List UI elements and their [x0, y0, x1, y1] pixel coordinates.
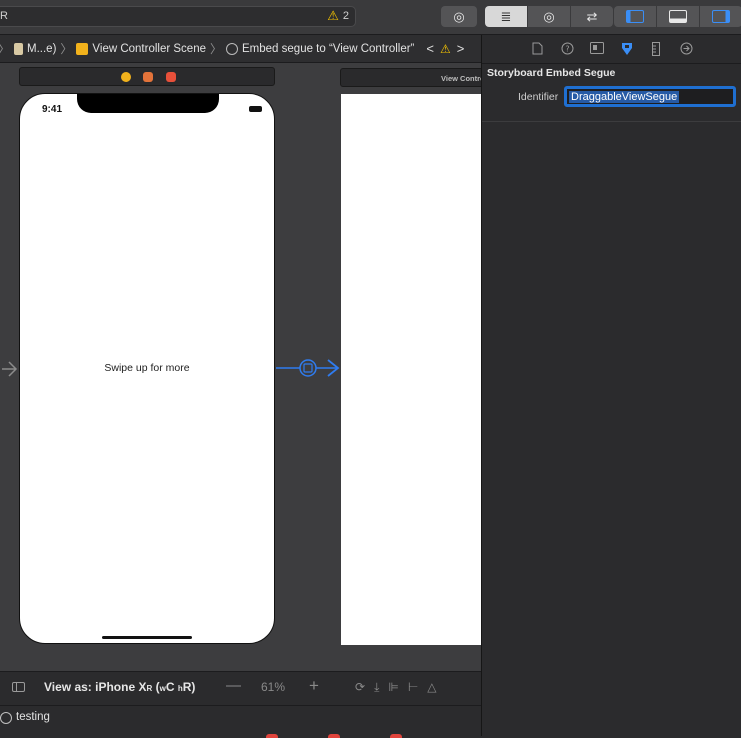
jump-bar-item-segue[interactable]: Embed segue to “View Controller” [226, 42, 415, 55]
layout-tools: ⟳ ⤓ ⊫ ⊢ △ [355, 680, 437, 695]
toolbar: R ⚠ 2 ◎ ≣ ◎ ⇄ [0, 0, 741, 35]
warning-count: 2 [342, 10, 349, 22]
update-frames-icon[interactable]: ⟳ [355, 680, 365, 695]
zoom-in-button[interactable]: + [309, 676, 319, 696]
bottom-panel-toggle-icon[interactable] [657, 6, 700, 27]
section-divider [482, 121, 741, 122]
size-class-close: ) [191, 680, 196, 694]
view-controller-icon[interactable] [121, 72, 131, 82]
debug-control-icon[interactable] [266, 734, 278, 738]
issue-back-icon[interactable]: < [426, 41, 434, 56]
jump-bar-item-label: Embed segue to “View Controller” [242, 42, 415, 55]
document-outline-toggle-icon[interactable] [12, 682, 25, 692]
add-constraints-icon[interactable]: ⊢ [408, 680, 418, 695]
warning-icon: ⚠ [327, 8, 339, 23]
library-button[interactable]: ◎ [441, 6, 477, 27]
second-scene-title-bar[interactable]: View Controller [340, 68, 481, 87]
embed-in-icon[interactable]: ⤓ [374, 680, 379, 695]
debug-bar: testing [0, 705, 481, 738]
phone-notch [77, 94, 219, 113]
activity-scheme-text: R [0, 10, 8, 22]
quick-help-icon[interactable]: ? [561, 42, 574, 58]
size-inspector-icon[interactable] [652, 42, 660, 59]
library-icon: ◎ [453, 8, 465, 24]
issue-forward-icon[interactable]: > [457, 41, 465, 56]
target-gear-icon [0, 712, 12, 724]
target-name[interactable]: testing [16, 711, 50, 723]
battery-icon [249, 106, 262, 112]
segue-icon [226, 42, 239, 55]
jump-bar: 〉 M...e) 〉 View Controller Scene 〉 Embed… [0, 35, 481, 63]
right-panel-toggle-icon[interactable] [700, 6, 741, 27]
embed-segue-connector[interactable] [0, 353, 345, 383]
jump-bar-item-label: View Controller Scene [92, 42, 206, 55]
panel-toggles [614, 6, 741, 27]
storyboard-canvas[interactable]: 9:41 Swipe up for more View Controller [0, 63, 481, 671]
editor-mode-segmented-control: ≣ ◎ ⇄ [485, 6, 613, 27]
status-bar-time: 9:41 [42, 104, 63, 115]
embedded-view-controller-scene[interactable] [341, 94, 481, 645]
attributes-inspector-panel: ? Storyboard Embed Segue Identifier Drag… [481, 35, 741, 736]
scene-dock[interactable] [19, 67, 275, 86]
connections-inspector-icon[interactable] [680, 42, 693, 58]
scene-icon [76, 42, 89, 55]
warning-icon[interactable]: ⚠ [440, 42, 451, 56]
zoom-level: 61% [261, 680, 286, 694]
standard-editor-icon[interactable]: ≣ [485, 6, 528, 27]
canvas-bottom-bar: View as: iPhone XR (wC hR) — 61% + ⟳ ⤓ ⊫… [0, 671, 481, 705]
view-as-device-button[interactable]: View as: iPhone XR (wC hR) [44, 680, 195, 694]
exit-icon[interactable] [166, 72, 176, 82]
debug-controls [266, 734, 402, 738]
section-title: Storyboard Embed Segue [487, 67, 616, 79]
file-inspector-icon[interactable] [532, 42, 543, 58]
storyboard-file-icon [14, 42, 24, 55]
activity-view[interactable]: R ⚠ 2 [0, 6, 356, 27]
jump-bar-item-storyboard[interactable]: M...e) [14, 42, 57, 55]
resolve-issues-icon[interactable]: △ [427, 680, 436, 695]
identifier-field[interactable]: DraggableViewSegue [564, 86, 736, 107]
identifier-label: Identifier [518, 91, 559, 103]
warning-indicator[interactable]: ⚠ 2 [327, 9, 349, 23]
jump-bar-item-scene[interactable]: View Controller Scene [76, 42, 206, 55]
jump-bar-separator-icon: 〉 [210, 42, 223, 56]
jump-bar-separator-icon: 〉 [60, 42, 73, 56]
jump-bar-item-label: M...e) [27, 42, 57, 55]
version-editor-icon[interactable]: ⇄ [571, 6, 613, 27]
jump-bar-separator-icon: 〉 [0, 40, 10, 57]
view-as-label: View as: iPhone X [44, 680, 147, 694]
left-panel-toggle-icon[interactable] [614, 6, 657, 27]
align-icon[interactable]: ⊫ [388, 680, 398, 695]
attributes-inspector-icon[interactable] [620, 42, 634, 59]
identity-inspector-icon[interactable] [590, 42, 604, 57]
size-class-open: ( [152, 680, 160, 694]
debug-control-icon[interactable] [390, 734, 402, 738]
inspector-tabs: ? [482, 35, 741, 64]
assistant-editor-icon[interactable]: ◎ [528, 6, 571, 27]
identifier-value: DraggableViewSegue [569, 90, 680, 103]
debug-control-icon[interactable] [328, 734, 340, 738]
first-responder-icon[interactable] [143, 72, 153, 82]
svg-text:?: ? [565, 45, 569, 54]
home-indicator [102, 636, 192, 639]
size-class-c: C [165, 680, 175, 694]
zoom-out-button[interactable]: — [226, 677, 241, 694]
